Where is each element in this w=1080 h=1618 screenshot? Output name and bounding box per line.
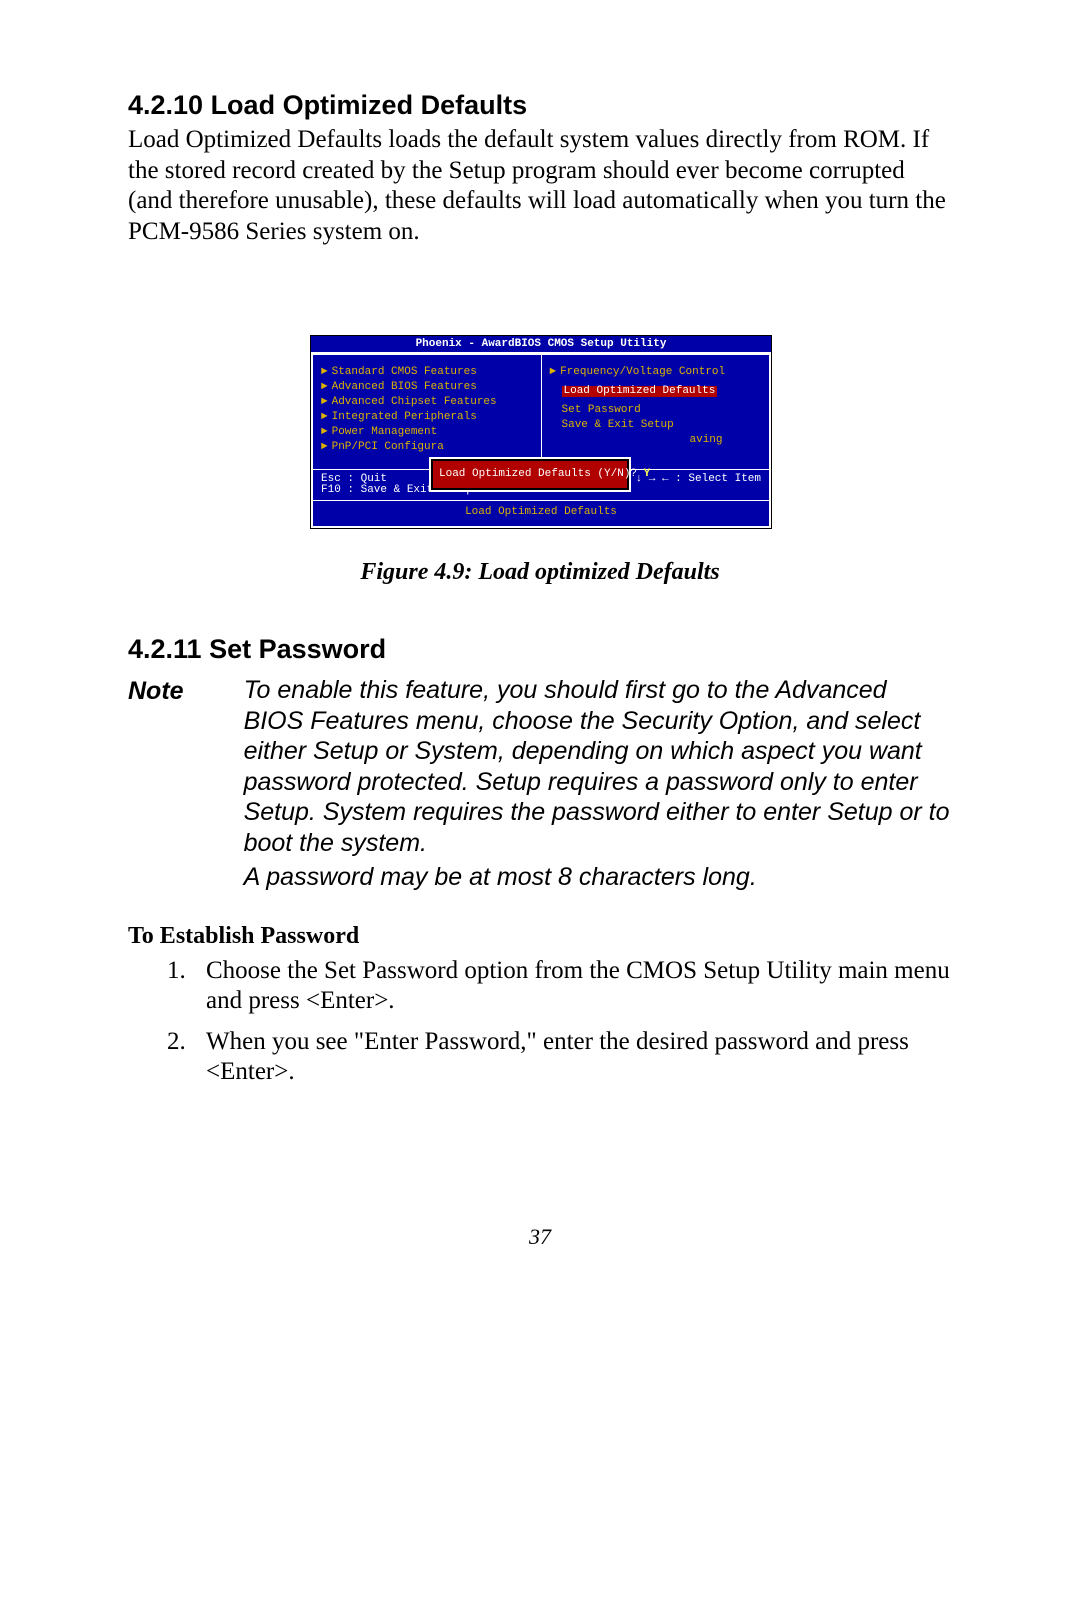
triangle-icon: ► <box>321 441 328 453</box>
bios-confirm-popup[interactable]: Load Optimized Defaults (Y/N)? Y <box>431 459 629 490</box>
triangle-icon: ► <box>321 381 328 393</box>
bios-left-column: ►Standard CMOS Features ►Advanced BIOS F… <box>313 355 542 469</box>
bios-menu-item[interactable]: ►Advanced BIOS Features <box>321 382 535 393</box>
bios-figure: Phoenix - AwardBIOS CMOS Setup Utility ►… <box>310 335 770 529</box>
bios-title-bar: Phoenix - AwardBIOS CMOS Setup Utility <box>311 336 771 353</box>
step-item: Choose the Set Password option from the … <box>192 956 952 1017</box>
bios-menu-item-selected[interactable]: Load Optimized Defaults <box>562 386 718 397</box>
page-number: 37 <box>0 1224 1080 1250</box>
bios-menu-item[interactable]: Set Password <box>562 405 764 416</box>
figure-caption: Figure 4.9: Load optimized Defaults <box>128 559 952 586</box>
triangle-icon: ► <box>321 426 328 438</box>
bios-menu-item[interactable]: ►Frequency/Voltage Control <box>550 367 764 378</box>
bios-right-column: ►Frequency/Voltage Control Load Optimize… <box>542 355 770 469</box>
section-paragraph-load-defaults: Load Optimized Defaults loads the defaul… <box>128 125 952 247</box>
triangle-icon: ► <box>321 366 328 378</box>
bios-popup-answer[interactable]: Y <box>644 468 651 480</box>
bios-menu-item[interactable]: Save & Exit Setup <box>562 420 764 431</box>
subheading-establish-password: To Establish Password <box>128 923 952 950</box>
note-body: To enable this feature, you should first… <box>244 675 952 897</box>
note-label: Note <box>128 675 184 897</box>
bios-footer-hint: Load Optimized Defaults <box>313 501 769 526</box>
bios-body: ►Standard CMOS Features ►Advanced BIOS F… <box>311 353 771 528</box>
bios-menu-item[interactable]: ►Standard CMOS Features <box>321 367 535 378</box>
section-heading-load-defaults: 4.2.10 Load Optimized Defaults <box>128 90 952 121</box>
bios-menu-item[interactable]: ►Integrated Peripherals <box>321 412 535 423</box>
section-heading-set-password: 4.2.11 Set Password <box>128 634 952 665</box>
bios-popup-text: Load Optimized Defaults (Y/N)? <box>439 468 637 480</box>
step-item: When you see "Enter Password," enter the… <box>192 1027 952 1088</box>
steps-list: Choose the Set Password option from the … <box>152 956 952 1088</box>
bios-menu-item[interactable]: ►PnP/PCI Configura <box>321 442 535 453</box>
triangle-icon: ► <box>321 411 328 423</box>
bios-menu-item-partial: aving <box>690 435 764 446</box>
triangle-icon: ► <box>550 366 557 378</box>
note-paragraph: A password may be at most 8 characters l… <box>244 862 952 893</box>
bios-window: Phoenix - AwardBIOS CMOS Setup Utility ►… <box>310 335 772 529</box>
bios-menu-item[interactable]: ►Power Management <box>321 427 535 438</box>
note-block: Note To enable this feature, you should … <box>128 675 952 897</box>
triangle-icon: ► <box>321 396 328 408</box>
note-paragraph: To enable this feature, you should first… <box>244 675 952 858</box>
bios-menu-item[interactable]: ►Advanced Chipset Features <box>321 397 535 408</box>
document-page: 4.2.10 Load Optimized Defaults Load Opti… <box>0 0 1080 1618</box>
